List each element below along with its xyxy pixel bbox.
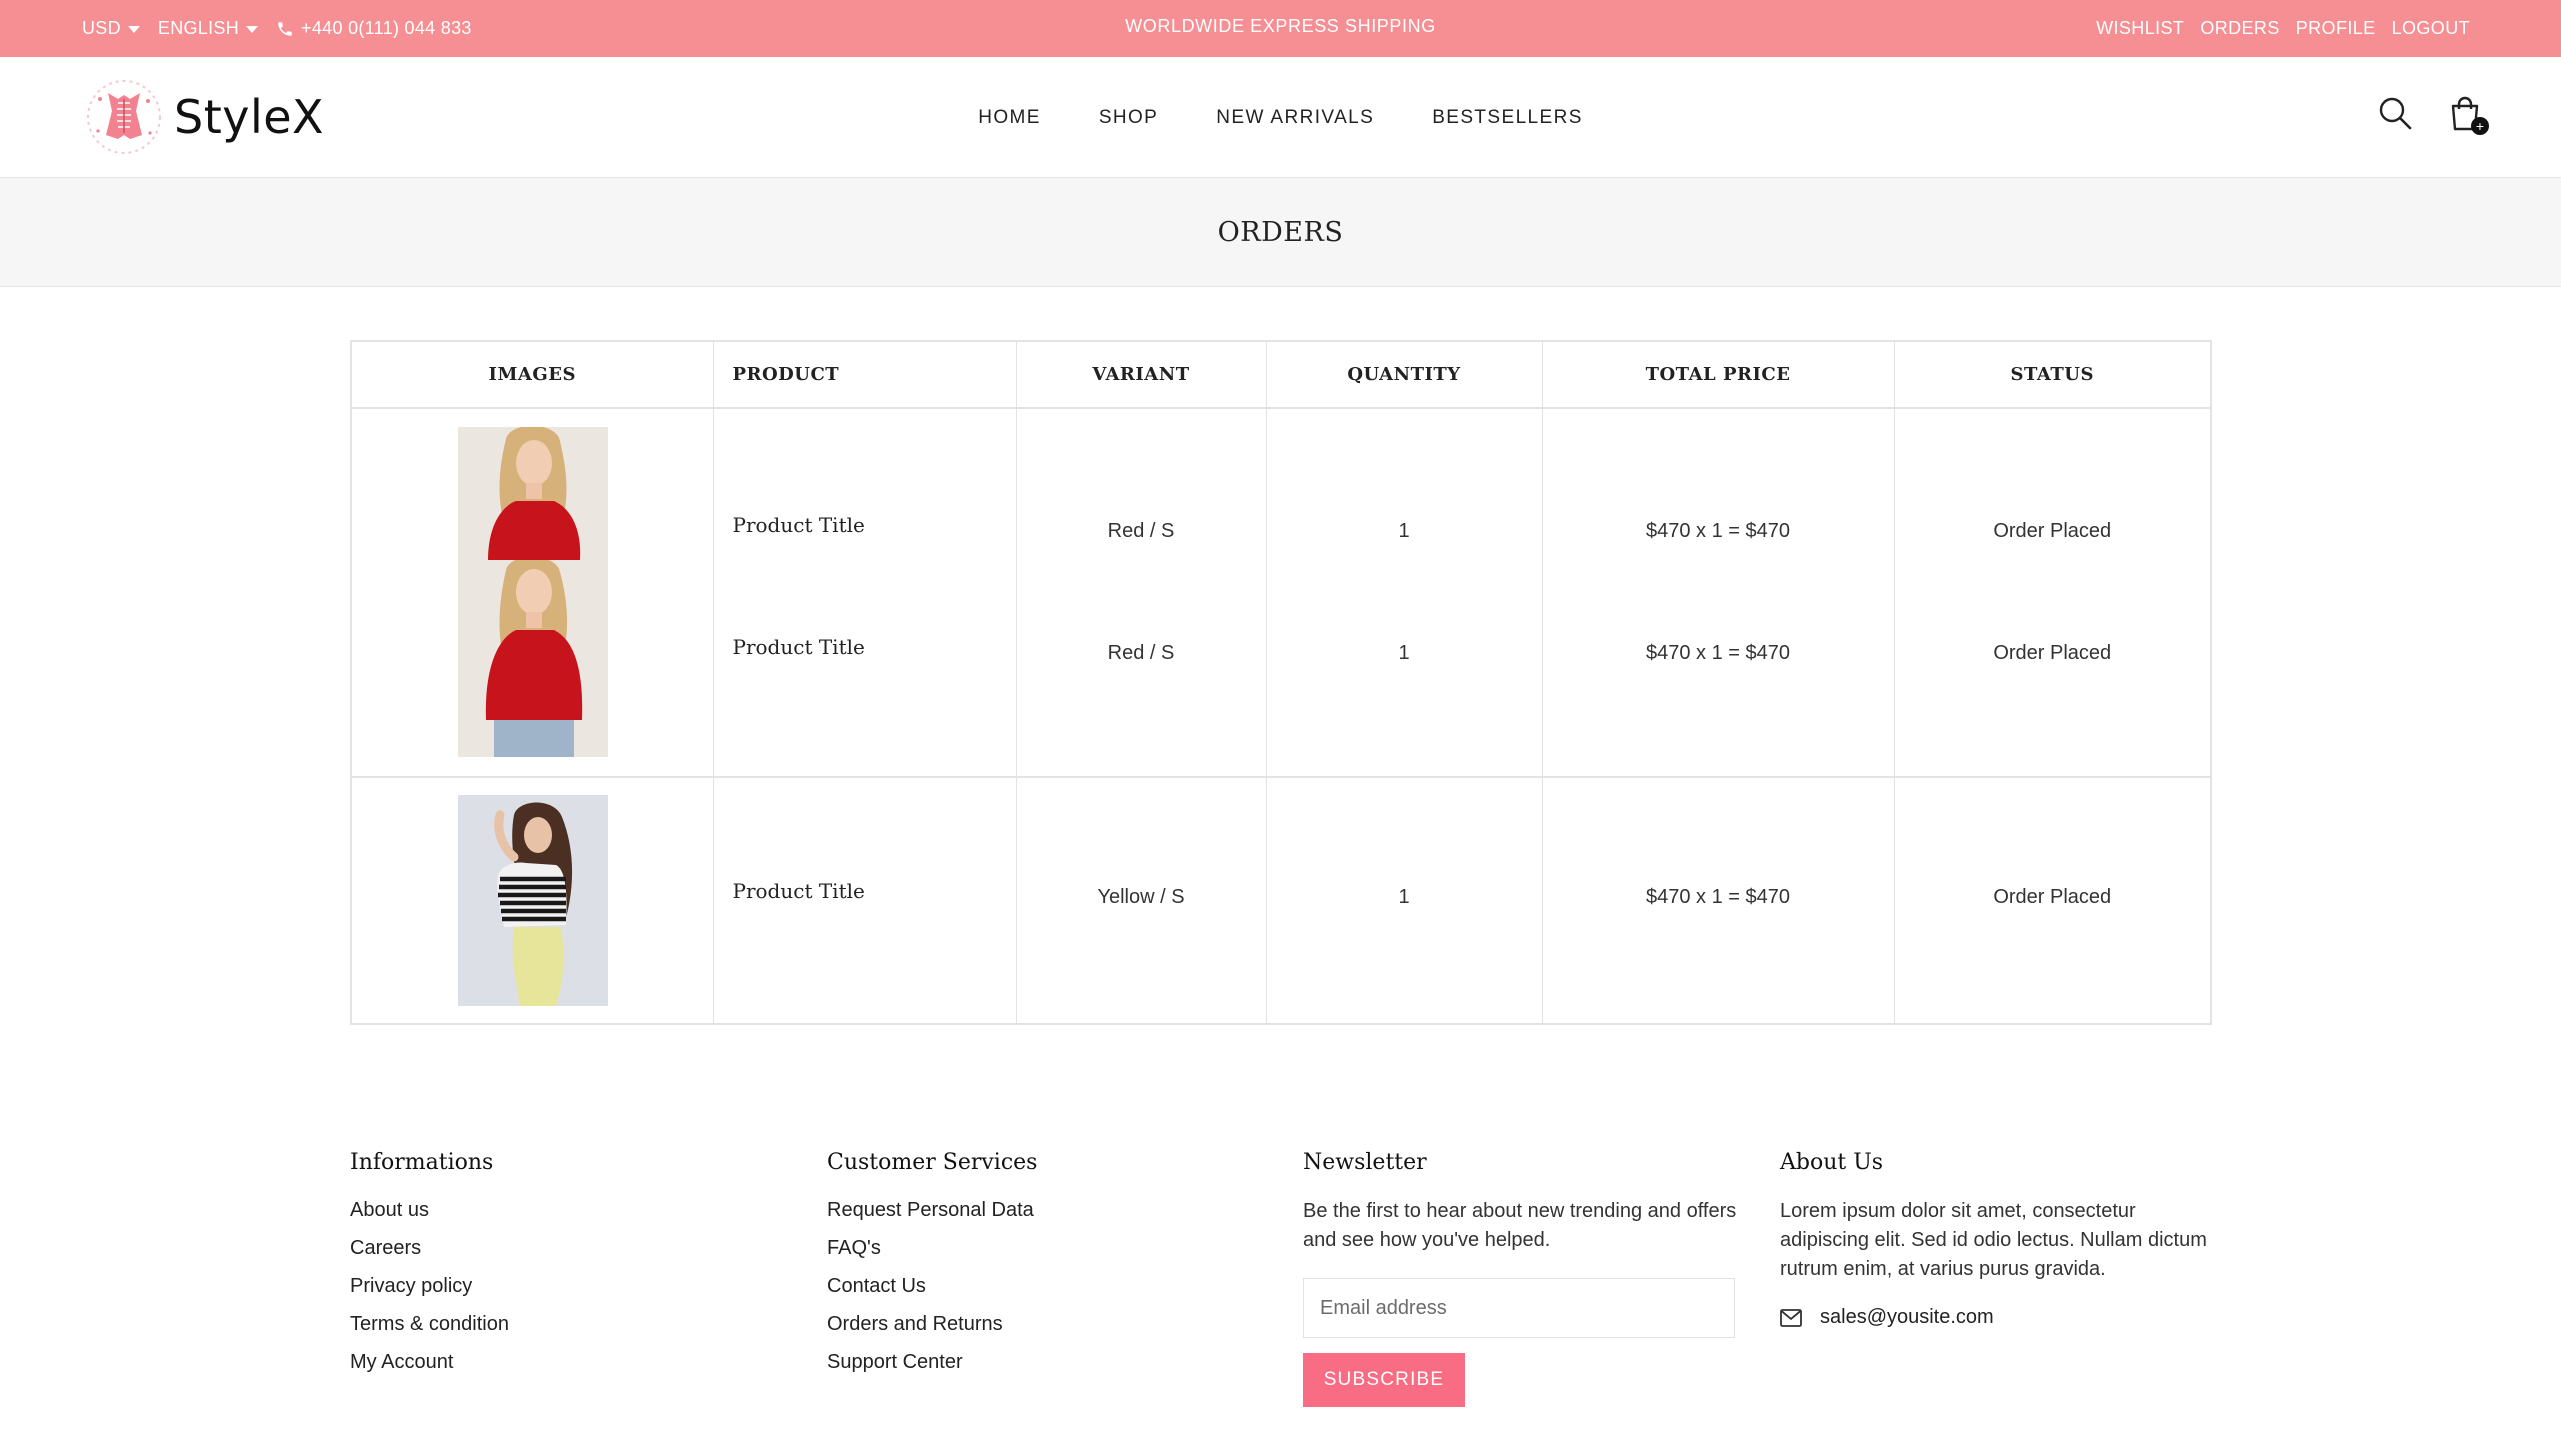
nav-new-arrivals[interactable]: NEW ARRIVALS (1216, 107, 1374, 129)
footer-link-about-us[interactable]: About us (350, 1197, 509, 1235)
main-nav: HOME SHOP NEW ARRIVALS BESTSELLERS (0, 57, 2561, 178)
footer-heading: Customer Services (827, 1150, 1038, 1175)
profile-link[interactable]: PROFILE (2296, 18, 2376, 39)
footer-link-orders-returns[interactable]: Orders and Returns (827, 1311, 1037, 1349)
cart-badge: + (2471, 117, 2489, 135)
table-row: Product Title Product Title Red / S Red … (352, 408, 2210, 778)
chevron-down-icon (246, 26, 259, 33)
product-image[interactable] (458, 795, 608, 1006)
variant-value: Yellow / S (1097, 886, 1185, 908)
footer-link-my-account[interactable]: My Account (350, 1349, 509, 1387)
footer-customer-services: Customer Services Request Personal Data … (827, 1150, 1037, 1387)
corset-logo-icon (87, 80, 161, 154)
header-icons: + (2375, 93, 2489, 135)
envelope-icon (1780, 1308, 1802, 1327)
nav-bestsellers[interactable]: BESTSELLERS (1432, 107, 1583, 129)
table-header-row: IMAGES PRODUCT VARIANT QUANTITY TOTAL PR… (352, 342, 2210, 409)
total-price-value: $470 x 1 = $470 (1645, 642, 1790, 664)
variant-value: Red / S (1107, 642, 1175, 664)
footer-link-careers[interactable]: Careers (350, 1235, 509, 1273)
cart-button[interactable]: + (2445, 93, 2489, 135)
orders-link[interactable]: ORDERS (2200, 18, 2279, 39)
quantity-cell: 1 1 (1266, 408, 1543, 778)
wishlist-link[interactable]: WISHLIST (2096, 18, 2184, 39)
footer-link-privacy-policy[interactable]: Privacy policy (350, 1273, 509, 1311)
total-price-cell: $470 x 1 = $470 (1542, 777, 1895, 1023)
col-total-price: TOTAL PRICE (1542, 342, 1895, 409)
product-title-link[interactable]: Product Title (714, 635, 1016, 659)
footer-link-contact-us[interactable]: Contact Us (827, 1273, 1037, 1311)
col-quantity: QUANTITY (1266, 342, 1543, 409)
nav-shop[interactable]: SHOP (1099, 107, 1158, 129)
col-status: STATUS (1894, 342, 2210, 409)
phone-link[interactable]: +440 0(111) 044 833 (276, 18, 472, 39)
product-image[interactable] (458, 427, 608, 560)
status-value: Order Placed (1993, 520, 2112, 542)
account-links: WISHLIST ORDERS PROFILE LOGOUT (2096, 0, 2470, 57)
quantity-value: 1 (1398, 642, 1410, 664)
subscribe-button[interactable]: SUBSCRIBE (1303, 1353, 1465, 1407)
logout-link[interactable]: LOGOUT (2392, 18, 2470, 39)
status-value: Order Placed (1993, 642, 2112, 664)
brand-logo[interactable]: StyleX (84, 75, 324, 159)
red-top-model-image (458, 560, 608, 757)
contact-email: sales@yousite.com (1820, 1306, 1994, 1328)
product-image[interactable] (458, 560, 608, 757)
page-title-band: ORDERS (0, 178, 2561, 287)
page-title: ORDERS (1217, 216, 1344, 248)
status-cell: Order Placed (1894, 777, 2210, 1023)
about-text: Lorem ipsum dolor sit amet, consectetur … (1780, 1200, 2207, 1280)
contact-email-link[interactable]: sales@yousite.com (1780, 1306, 2212, 1329)
phone-icon (278, 21, 292, 36)
quantity-value: 1 (1398, 520, 1410, 542)
orders-table: IMAGES PRODUCT VARIANT QUANTITY TOTAL PR… (350, 340, 2212, 1025)
product-title-link[interactable]: Product Title (714, 879, 1016, 903)
col-images: IMAGES (352, 342, 714, 409)
quantity-value: 1 (1398, 886, 1410, 908)
col-product: PRODUCT (713, 342, 1017, 409)
total-price-value: $470 x 1 = $470 (1645, 520, 1790, 542)
currency-selector[interactable]: USD (82, 18, 140, 39)
footer-link-support-center[interactable]: Support Center (827, 1349, 1037, 1387)
col-variant: VARIANT (1016, 342, 1267, 409)
top-bar-left: USD ENGLISH +440 0(111) 044 833 (82, 0, 472, 57)
footer-heading: About Us (1780, 1150, 1884, 1175)
variant-cell: Red / S Red / S (1016, 408, 1267, 778)
currency-label: USD (82, 18, 121, 38)
striped-top-model-image (458, 795, 608, 1006)
product-cell: Product Title Product Title (713, 408, 1017, 778)
total-price-value: $470 x 1 = $470 (1645, 886, 1790, 908)
status-cell: Order Placed Order Placed (1894, 408, 2210, 778)
footer-heading: Informations (350, 1150, 494, 1175)
language-selector[interactable]: ENGLISH (157, 18, 259, 39)
product-title-link[interactable]: Product Title (714, 513, 1016, 537)
images-cell (352, 777, 714, 1023)
nav-home[interactable]: HOME (978, 107, 1041, 129)
chevron-down-icon (127, 26, 140, 33)
product-cell: Product Title (713, 777, 1017, 1023)
footer-about-us: About Us Lorem ipsum dolor sit amet, con… (1780, 1150, 2212, 1329)
footer-link-terms[interactable]: Terms & condition (350, 1311, 509, 1349)
phone-number: +440 0(111) 044 833 (301, 18, 472, 38)
footer-link-request-data[interactable]: Request Personal Data (827, 1197, 1037, 1235)
search-icon[interactable] (2375, 93, 2415, 133)
variant-cell: Yellow / S (1016, 777, 1267, 1023)
footer-link-faqs[interactable]: FAQ's (827, 1235, 1037, 1273)
red-top-model-image (458, 427, 608, 560)
table-row: Product Title Yellow / S 1 $470 x 1 = $4… (352, 777, 2210, 1023)
footer-heading: Newsletter (1303, 1150, 1427, 1175)
total-price-cell: $470 x 1 = $470 $470 x 1 = $470 (1542, 408, 1895, 778)
footer-newsletter: Newsletter Be the first to hear about ne… (1303, 1150, 1739, 1407)
language-label: ENGLISH (157, 18, 240, 38)
newsletter-text: Be the first to hear about new trending … (1303, 1200, 1737, 1251)
variant-value: Red / S (1107, 520, 1175, 542)
footer-informations: Informations About us Careers Privacy po… (350, 1150, 509, 1387)
brand-name: StyleX (174, 90, 325, 144)
status-value: Order Placed (1993, 886, 2112, 908)
site-header: StyleX HOME SHOP NEW ARRIVALS BESTSELLER… (0, 57, 2561, 178)
top-bar: USD ENGLISH +440 0(111) 044 833 WORLDWID… (0, 0, 2561, 57)
quantity-cell: 1 (1266, 777, 1543, 1023)
email-field[interactable] (1303, 1278, 1735, 1338)
images-cell (352, 408, 714, 778)
